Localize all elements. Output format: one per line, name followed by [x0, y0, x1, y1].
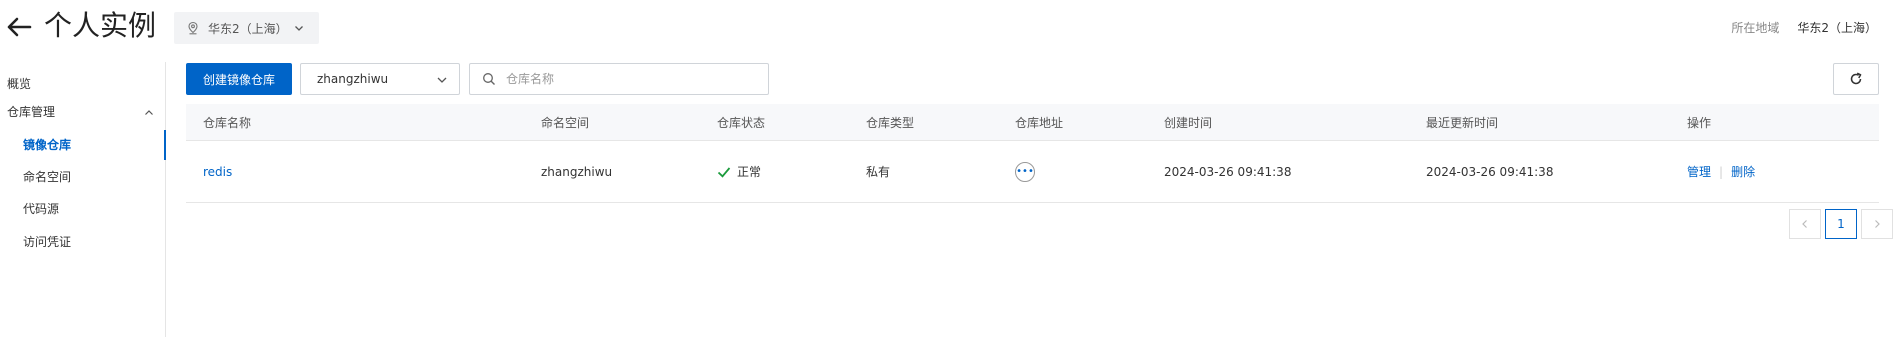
address-cell: ••• [1015, 141, 1035, 202]
namespace-cell: zhangzhiwu [541, 164, 613, 179]
column-header-repo-name: 仓库名称 [203, 115, 252, 130]
repo-name-link[interactable]: redis [203, 165, 232, 179]
namespace-select-value: zhangzhiwu [317, 72, 389, 86]
sidebar-item-access-credentials[interactable]: 访问凭证 [23, 230, 71, 254]
prev-page-button[interactable] [1789, 209, 1821, 239]
action-divider: | [1719, 164, 1724, 179]
column-header-created: 创建时间 [1164, 115, 1213, 130]
search-icon [483, 73, 495, 85]
sidebar-item-image-repos[interactable]: 镜像仓库 [23, 133, 71, 157]
created-cell: 2024-03-26 09:41:38 [1164, 164, 1292, 179]
column-header-address: 仓库地址 [1015, 115, 1064, 130]
checkmark-icon [717, 166, 731, 178]
column-header-actions: 操作 [1687, 115, 1712, 130]
refresh-button[interactable] [1833, 63, 1879, 95]
chevron-left-icon [1802, 220, 1807, 228]
column-header-type: 仓库类型 [866, 115, 915, 130]
region-info-label: 所在地域 [1731, 21, 1780, 35]
delete-link[interactable]: 删除 [1731, 163, 1755, 180]
page-title: 个人实例 [44, 9, 157, 42]
namespace-select[interactable]: zhangzhiwu [300, 63, 460, 95]
column-header-status: 仓库状态 [717, 115, 766, 130]
column-header-namespace: 命名空间 [541, 115, 590, 130]
table-row: redis zhangzhiwu 正常 私有 ••• 2024-03-26 09… [186, 141, 1879, 203]
create-repo-button[interactable]: 创建镜像仓库 [186, 63, 292, 95]
back-arrow-icon[interactable] [6, 14, 32, 40]
search-box[interactable] [469, 63, 769, 95]
region-info: 所在地域 华东2（上海） [1731, 19, 1877, 36]
sidebar-item-repo-management[interactable]: 仓库管理 [7, 100, 55, 124]
status-cell: 正常 [717, 141, 761, 202]
sidebar: 概览 仓库管理 镜像仓库 命名空间 代码源 访问凭证 [0, 62, 166, 337]
active-indicator [164, 130, 166, 160]
type-cell: 私有 [866, 165, 891, 179]
sidebar-item-overview[interactable]: 概览 [7, 72, 31, 96]
sidebar-item-namespaces[interactable]: 命名空间 [23, 165, 71, 189]
region-selector[interactable]: 华东2（上海） [174, 12, 319, 44]
refresh-icon [1850, 72, 1862, 85]
column-header-updated: 最近更新时间 [1426, 115, 1499, 130]
region-info-value: 华东2（上海） [1797, 21, 1877, 35]
chevron-down-icon [295, 26, 303, 31]
page-button-current[interactable]: 1 [1825, 209, 1857, 239]
actions-cell: 管理 | 删除 [1687, 141, 1755, 202]
more-icon[interactable]: ••• [1015, 161, 1035, 182]
next-page-button[interactable] [1861, 209, 1893, 239]
chevron-up-icon[interactable] [144, 108, 154, 118]
manage-link[interactable]: 管理 [1687, 163, 1711, 180]
chevron-down-icon [437, 77, 447, 83]
table-header: 仓库名称 命名空间 仓库状态 仓库类型 仓库地址 创建时间 最近更新时间 操作 [186, 104, 1879, 141]
chevron-right-icon [1875, 220, 1880, 228]
updated-cell: 2024-03-26 09:41:38 [1426, 164, 1554, 179]
status-text: 正常 [737, 165, 762, 179]
repo-table: 仓库名称 命名空间 仓库状态 仓库类型 仓库地址 创建时间 最近更新时间 操作 … [186, 104, 1879, 203]
pagination: 1 [1789, 209, 1893, 239]
region-selector-label: 华东2（上海） [208, 21, 288, 36]
sidebar-item-code-source[interactable]: 代码源 [23, 197, 59, 221]
location-pin-icon [188, 21, 198, 35]
search-input[interactable] [506, 72, 746, 86]
